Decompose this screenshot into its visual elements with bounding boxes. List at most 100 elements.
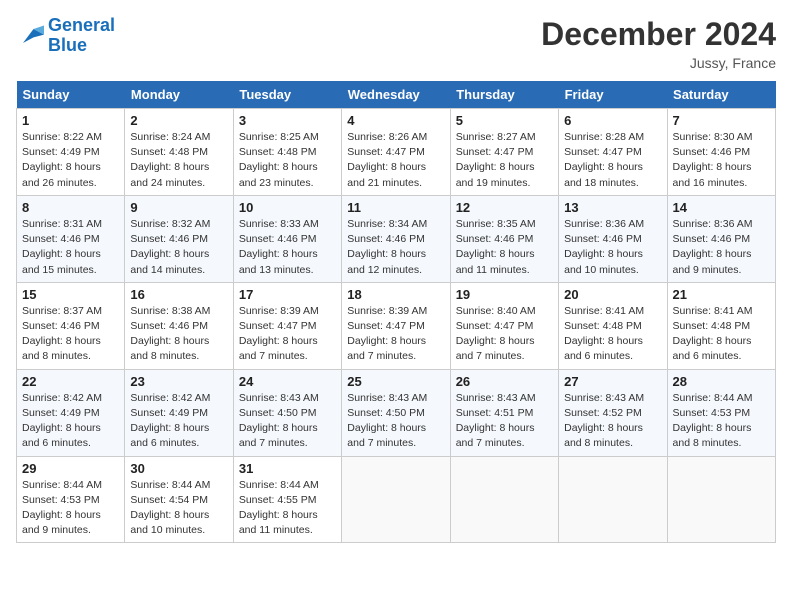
calendar-cell: 28Sunrise: 8:44 AMSunset: 4:53 PMDayligh… bbox=[667, 369, 775, 456]
calendar-cell bbox=[450, 456, 558, 543]
location: Jussy, France bbox=[541, 55, 776, 71]
day-info: Sunrise: 8:32 AMSunset: 4:46 PMDaylight:… bbox=[130, 217, 227, 278]
logo-text-line2: Blue bbox=[48, 36, 115, 56]
calendar-cell: 21 Sunrise: 8:41 AMSunset: 4:48 PMDayligh… bbox=[667, 282, 775, 369]
day-number: 16 bbox=[130, 287, 227, 302]
calendar-cell: 7 Sunrise: 8:30 AMSunset: 4:46 PMDaylight… bbox=[667, 109, 775, 196]
day-number: 20 bbox=[564, 287, 661, 302]
calendar-cell: 16 Sunrise: 8:38 AMSunset: 4:46 PMDayligh… bbox=[125, 282, 233, 369]
day-info: Sunrise: 8:41 AMSunset: 4:48 PMDaylight:… bbox=[673, 304, 770, 365]
day-number: 14 bbox=[673, 200, 770, 215]
day-info: Sunrise: 8:22 AMSunset: 4:49 PMDaylight:… bbox=[22, 130, 119, 191]
calendar-cell: 14 Sunrise: 8:36 AMSunset: 4:46 PMDayligh… bbox=[667, 195, 775, 282]
day-info: Sunrise: 8:25 AMSunset: 4:48 PMDaylight:… bbox=[239, 130, 336, 191]
day-info: Sunrise: 8:37 AMSunset: 4:46 PMDaylight:… bbox=[22, 304, 119, 365]
day-number: 22 bbox=[22, 374, 119, 389]
calendar-week-row: 22 Sunrise: 8:42 AMSunset: 4:49 PMDayligh… bbox=[17, 369, 776, 456]
calendar-week-row: 29Sunrise: 8:44 AMSunset: 4:53 PMDayligh… bbox=[17, 456, 776, 543]
day-number: 23 bbox=[130, 374, 227, 389]
day-number: 17 bbox=[239, 287, 336, 302]
calendar-cell: 24Sunrise: 8:43 AMSunset: 4:50 PMDayligh… bbox=[233, 369, 341, 456]
day-info: Sunrise: 8:41 AMSunset: 4:48 PMDaylight:… bbox=[564, 304, 661, 365]
day-info: Sunrise: 8:30 AMSunset: 4:46 PMDaylight:… bbox=[673, 130, 770, 191]
day-info: Sunrise: 8:35 AMSunset: 4:46 PMDaylight:… bbox=[456, 217, 553, 278]
day-number: 7 bbox=[673, 113, 770, 128]
calendar-cell: 9 Sunrise: 8:32 AMSunset: 4:46 PMDaylight… bbox=[125, 195, 233, 282]
day-info: Sunrise: 8:38 AMSunset: 4:46 PMDaylight:… bbox=[130, 304, 227, 365]
day-number: 5 bbox=[456, 113, 553, 128]
page: General Blue December 2024 Jussy, France… bbox=[0, 0, 792, 553]
day-info: Sunrise: 8:36 AMSunset: 4:46 PMDaylight:… bbox=[673, 217, 770, 278]
day-number: 30 bbox=[130, 461, 227, 476]
day-info: Sunrise: 8:27 AMSunset: 4:47 PMDaylight:… bbox=[456, 130, 553, 191]
day-number: 28 bbox=[673, 374, 770, 389]
day-info: Sunrise: 8:40 AMSunset: 4:47 PMDaylight:… bbox=[456, 304, 553, 365]
day-number: 10 bbox=[239, 200, 336, 215]
calendar-cell: 23 Sunrise: 8:42 AMSunset: 4:49 PMDayligh… bbox=[125, 369, 233, 456]
day-info: Sunrise: 8:39 AMSunset: 4:47 PMDaylight:… bbox=[239, 304, 336, 365]
calendar-cell: 11Sunrise: 8:34 AMSunset: 4:46 PMDayligh… bbox=[342, 195, 450, 282]
day-info: Sunrise: 8:42 AMSunset: 4:49 PMDaylight:… bbox=[22, 391, 119, 452]
calendar-table: SundayMondayTuesdayWednesdayThursdayFrid… bbox=[16, 81, 776, 543]
day-number: 12 bbox=[456, 200, 553, 215]
day-number: 4 bbox=[347, 113, 444, 128]
calendar-cell: 13 Sunrise: 8:36 AMSunset: 4:46 PMDayligh… bbox=[559, 195, 667, 282]
day-info: Sunrise: 8:33 AMSunset: 4:46 PMDaylight:… bbox=[239, 217, 336, 278]
calendar-cell: 1Sunrise: 8:22 AMSunset: 4:49 PMDaylight… bbox=[17, 109, 125, 196]
calendar-cell: 25 Sunrise: 8:43 AMSunset: 4:50 PMDayligh… bbox=[342, 369, 450, 456]
day-number: 27 bbox=[564, 374, 661, 389]
day-info: Sunrise: 8:44 AMSunset: 4:53 PMDaylight:… bbox=[22, 478, 119, 539]
day-info: Sunrise: 8:44 AMSunset: 4:55 PMDaylight:… bbox=[239, 478, 336, 539]
calendar-cell bbox=[667, 456, 775, 543]
day-number: 25 bbox=[347, 374, 444, 389]
day-info: Sunrise: 8:36 AMSunset: 4:46 PMDaylight:… bbox=[564, 217, 661, 278]
calendar-cell: 26Sunrise: 8:43 AMSunset: 4:51 PMDayligh… bbox=[450, 369, 558, 456]
logo: General Blue bbox=[16, 16, 115, 56]
calendar-cell: 4 Sunrise: 8:26 AMSunset: 4:47 PMDaylight… bbox=[342, 109, 450, 196]
calendar-header-saturday: Saturday bbox=[667, 81, 775, 109]
day-number: 2 bbox=[130, 113, 227, 128]
day-number: 3 bbox=[239, 113, 336, 128]
calendar-cell bbox=[559, 456, 667, 543]
day-info: Sunrise: 8:26 AMSunset: 4:47 PMDaylight:… bbox=[347, 130, 444, 191]
calendar-cell: 18 Sunrise: 8:39 AMSunset: 4:47 PMDayligh… bbox=[342, 282, 450, 369]
header: General Blue December 2024 Jussy, France bbox=[16, 16, 776, 71]
calendar-cell: 3 Sunrise: 8:25 AMSunset: 4:48 PMDaylight… bbox=[233, 109, 341, 196]
calendar-cell bbox=[342, 456, 450, 543]
calendar-cell: 6 Sunrise: 8:28 AMSunset: 4:47 PMDaylight… bbox=[559, 109, 667, 196]
calendar-week-row: 1Sunrise: 8:22 AMSunset: 4:49 PMDaylight… bbox=[17, 109, 776, 196]
day-info: Sunrise: 8:28 AMSunset: 4:47 PMDaylight:… bbox=[564, 130, 661, 191]
calendar-cell: 29Sunrise: 8:44 AMSunset: 4:53 PMDayligh… bbox=[17, 456, 125, 543]
calendar-cell: 15Sunrise: 8:37 AMSunset: 4:46 PMDayligh… bbox=[17, 282, 125, 369]
calendar-cell: 5 Sunrise: 8:27 AMSunset: 4:47 PMDaylight… bbox=[450, 109, 558, 196]
calendar-week-row: 8 Sunrise: 8:31 AMSunset: 4:46 PMDaylight… bbox=[17, 195, 776, 282]
calendar-cell: 19 Sunrise: 8:40 AMSunset: 4:47 PMDayligh… bbox=[450, 282, 558, 369]
calendar-cell: 12 Sunrise: 8:35 AMSunset: 4:46 PMDayligh… bbox=[450, 195, 558, 282]
calendar-header-sunday: Sunday bbox=[17, 81, 125, 109]
day-number: 9 bbox=[130, 200, 227, 215]
calendar-cell: 8 Sunrise: 8:31 AMSunset: 4:46 PMDaylight… bbox=[17, 195, 125, 282]
logo-icon bbox=[16, 22, 44, 50]
day-info: Sunrise: 8:24 AMSunset: 4:48 PMDaylight:… bbox=[130, 130, 227, 191]
day-info: Sunrise: 8:43 AMSunset: 4:51 PMDaylight:… bbox=[456, 391, 553, 452]
day-info: Sunrise: 8:43 AMSunset: 4:50 PMDaylight:… bbox=[347, 391, 444, 452]
calendar-week-row: 15Sunrise: 8:37 AMSunset: 4:46 PMDayligh… bbox=[17, 282, 776, 369]
day-number: 6 bbox=[564, 113, 661, 128]
month-title: December 2024 bbox=[541, 16, 776, 53]
day-number: 18 bbox=[347, 287, 444, 302]
day-number: 13 bbox=[564, 200, 661, 215]
day-info: Sunrise: 8:42 AMSunset: 4:49 PMDaylight:… bbox=[130, 391, 227, 452]
calendar-cell: 20 Sunrise: 8:41 AMSunset: 4:48 PMDayligh… bbox=[559, 282, 667, 369]
calendar-header-row: SundayMondayTuesdayWednesdayThursdayFrid… bbox=[17, 81, 776, 109]
day-info: Sunrise: 8:43 AMSunset: 4:52 PMDaylight:… bbox=[564, 391, 661, 452]
day-number: 8 bbox=[22, 200, 119, 215]
day-number: 31 bbox=[239, 461, 336, 476]
day-info: Sunrise: 8:39 AMSunset: 4:47 PMDaylight:… bbox=[347, 304, 444, 365]
day-info: Sunrise: 8:31 AMSunset: 4:46 PMDaylight:… bbox=[22, 217, 119, 278]
day-number: 19 bbox=[456, 287, 553, 302]
calendar-cell: 17 Sunrise: 8:39 AMSunset: 4:47 PMDayligh… bbox=[233, 282, 341, 369]
calendar-header-thursday: Thursday bbox=[450, 81, 558, 109]
day-number: 21 bbox=[673, 287, 770, 302]
calendar-cell: 30Sunrise: 8:44 AMSunset: 4:54 PMDayligh… bbox=[125, 456, 233, 543]
day-number: 11 bbox=[347, 200, 444, 215]
